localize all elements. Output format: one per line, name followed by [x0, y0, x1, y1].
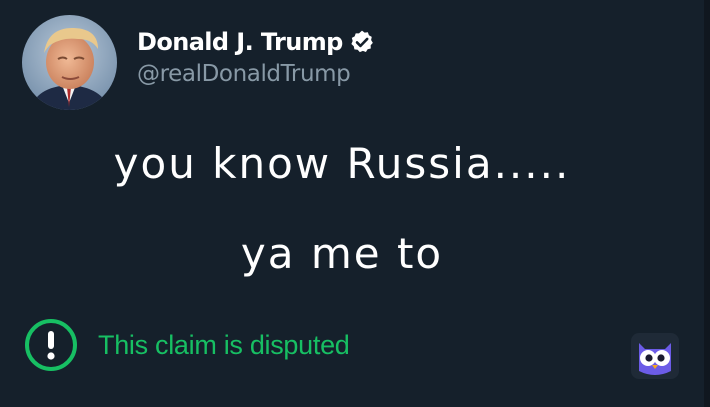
- avatar[interactable]: [22, 15, 117, 110]
- tweet-text-line-1: you know Russia.....: [113, 139, 571, 188]
- tweet-card: Donald J. Trump @realDonaldTrump you kno…: [0, 0, 710, 407]
- display-name-link[interactable]: Donald J. Trump: [137, 28, 375, 56]
- owl-logo: [631, 333, 679, 379]
- display-name: Donald J. Trump: [137, 28, 343, 56]
- dispute-label: This claim is disputed: [98, 329, 350, 360]
- tweet-text-line-2: ya me to: [240, 229, 444, 278]
- dispute-notice[interactable]: This claim is disputed: [24, 318, 350, 372]
- verified-badge-icon: [349, 29, 375, 55]
- user-header: Donald J. Trump @realDonaldTrump: [137, 28, 375, 87]
- right-edge-divider: [704, 0, 710, 407]
- exclamation-circle-icon: [25, 319, 77, 371]
- user-handle[interactable]: @realDonaldTrump: [137, 61, 375, 87]
